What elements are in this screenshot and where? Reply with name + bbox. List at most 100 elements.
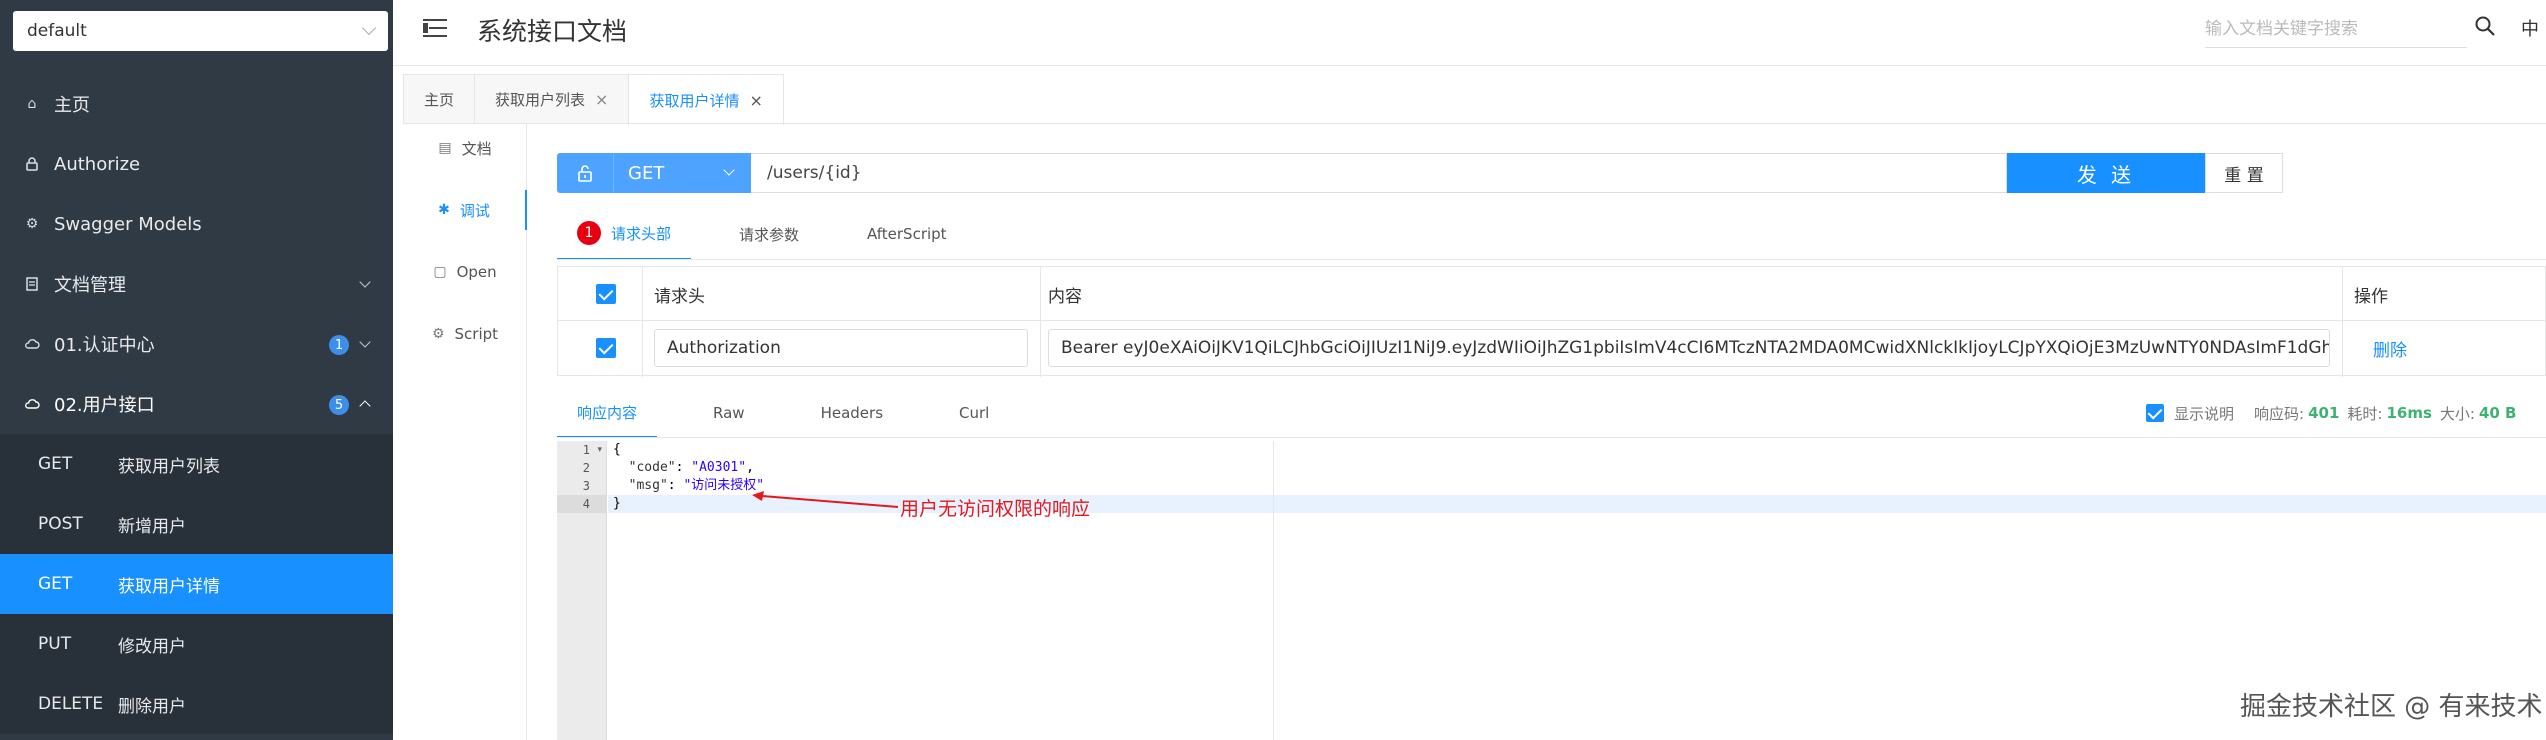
tab-response-raw[interactable]: Raw [693, 388, 765, 438]
http-method: GET [38, 574, 73, 594]
time-label: 耗时: [2347, 404, 2383, 423]
code-line: { [613, 442, 621, 457]
close-icon[interactable]: × [595, 90, 608, 109]
search-icon[interactable] [2473, 14, 2497, 38]
status-code-label: 响应码: [2254, 404, 2305, 423]
select-all-checkbox[interactable] [596, 284, 616, 304]
file-icon: ▤ [438, 140, 452, 156]
fold-arrow-icon[interactable]: ▾ [597, 445, 602, 455]
close-icon[interactable]: × [749, 91, 762, 110]
sidebar-item-home[interactable]: ⌂ 主页 [0, 74, 393, 134]
tab-home[interactable]: 主页 [403, 74, 476, 124]
api-inner-nav: ▤ 文档 ✱ 调试 ▢ Open ⚙ Script [403, 124, 527, 740]
tab-response-content[interactable]: 响应内容 [557, 388, 658, 438]
sidebar-menu: ⌂ 主页 Authorize ⚙ Swagger Models 文档管理 01.… [0, 74, 393, 734]
unlock-icon [578, 165, 592, 182]
count-badge: 1 [329, 335, 349, 355]
search-input[interactable] [2205, 10, 2467, 48]
unlock-button[interactable] [557, 153, 613, 193]
sidebar-item-authorize[interactable]: Authorize [0, 134, 393, 194]
sidebar-item-user-api[interactable]: 02.用户接口 5 [0, 374, 393, 434]
code-line: "code": "A0301", [613, 459, 754, 477]
nav-debug[interactable]: ✱ 调试 [403, 190, 527, 230]
sidebar-subitem-delete-user[interactable]: DELETE 删除用户 [0, 674, 393, 734]
sidebar-item-auth-center[interactable]: 01.认证中心 1 [0, 314, 393, 374]
sidebar-subitem-add-user[interactable]: POST 新增用户 [0, 494, 393, 554]
tab-request-headers[interactable]: 1 请求头部 [557, 208, 692, 260]
table-header-row: 请求头 内容 操作 [558, 267, 2545, 321]
header-name-input[interactable]: Authorization [654, 329, 1028, 367]
method-select[interactable]: GET [613, 153, 751, 193]
error-badge: 1 [577, 221, 601, 245]
column-header-action: 操作 [2354, 286, 2388, 307]
group-select[interactable]: default [13, 11, 388, 51]
sidebar-item-label: Authorize [54, 153, 141, 175]
tab-get-user-list[interactable]: 获取用户列表 × [474, 74, 630, 124]
tab-label: 主页 [424, 91, 455, 109]
column-header-name: 请求头 [654, 286, 705, 307]
reset-button[interactable]: 重 置 [2205, 153, 2283, 193]
tab-response-headers[interactable]: Headers [801, 388, 903, 438]
column-header-value: 内容 [1048, 286, 1082, 307]
nav-doc[interactable]: ▤ 文档 [403, 128, 527, 168]
request-tabs: 1 请求头部 请求参数 AfterScript [557, 208, 995, 260]
page-tabs: 主页 获取用户列表 × 获取用户详情 × [403, 74, 784, 125]
sidebar-subitem-update-user[interactable]: PUT 修改用户 [0, 614, 393, 674]
subitem-label: 删除用户 [118, 696, 186, 717]
request-header-table: 请求头 内容 操作 Authorization Bearer eyJ0eXAiO… [557, 266, 2546, 377]
sidebar: default ⌂ 主页 Authorize ⚙ Swagger Models … [0, 0, 393, 740]
tab-label: AfterScript [867, 225, 947, 243]
file-icon: ▢ [433, 264, 447, 280]
language-switch[interactable]: 中 [2521, 15, 2539, 41]
bug-icon: ✱ [438, 202, 450, 218]
divider [403, 123, 2546, 124]
tab-label: 请求头部 [611, 224, 672, 243]
sidebar-item-doc-manage[interactable]: 文档管理 [0, 254, 393, 314]
count-badge: 5 [329, 395, 349, 415]
subitem-label: 修改用户 [118, 636, 186, 657]
editor-gutter: 1 ▾ 2 3 4 [557, 441, 607, 740]
tab-after-script[interactable]: AfterScript [847, 208, 967, 260]
show-desc-label: 显示说明 [2174, 404, 2235, 423]
lock-icon [24, 156, 40, 172]
page-title: 系统接口文档 [477, 17, 628, 46]
print-margin [1273, 441, 1274, 740]
json-value: "A0301" [691, 460, 747, 475]
http-method: GET [38, 454, 73, 474]
nav-script[interactable]: ⚙ Script [403, 314, 527, 354]
http-method: PUT [38, 634, 72, 654]
sidebar-subitem-get-user-list[interactable]: GET 获取用户列表 [0, 434, 393, 494]
json-key: "msg" [613, 478, 668, 493]
chevron-down-icon [361, 20, 377, 36]
chevron-down-icon [359, 276, 371, 288]
tab-request-params[interactable]: 请求参数 [719, 208, 819, 260]
status-code: 401 [2308, 404, 2340, 422]
sidebar-subitem-get-user-detail[interactable]: GET 获取用户详情 [0, 554, 393, 614]
sidebar-item-label: 02.用户接口 [54, 395, 155, 416]
delete-link[interactable]: 删除 [2373, 336, 2407, 361]
row-checkbox[interactable] [596, 338, 616, 358]
response-time: 16ms [2386, 404, 2432, 422]
header-value-input[interactable]: Bearer eyJ0eXAiOiJKV1QiLCJhbGciOiJIUzI1N… [1048, 329, 2330, 367]
code-line: } [613, 496, 621, 511]
subitem-label: 新增用户 [118, 516, 186, 537]
sidebar-item-label: 文档管理 [54, 275, 126, 296]
table-row: Authorization Bearer eyJ0eXAiOiJKV1QiLCJ… [558, 321, 2545, 375]
send-button[interactable]: 发 送 [2007, 153, 2205, 193]
annotation-text: 用户无访问权限的响应 [900, 498, 1091, 520]
http-method: POST [38, 514, 83, 534]
sidebar-item-label: 01.认证中心 [54, 335, 155, 356]
menu-toggle-icon[interactable] [423, 18, 449, 40]
top-header: 系统接口文档 中 [393, 0, 2546, 66]
nav-label: Script [454, 325, 499, 343]
sidebar-item-swagger-models[interactable]: ⚙ Swagger Models [0, 194, 393, 254]
tab-response-curl[interactable]: Curl [939, 388, 1009, 438]
line-number: 3 [582, 479, 590, 493]
nav-label: 调试 [459, 201, 490, 220]
nav-open[interactable]: ▢ Open [403, 252, 527, 292]
divider [557, 259, 2546, 260]
tab-get-user-detail[interactable]: 获取用户详情 × [628, 74, 784, 125]
url-input[interactable]: /users/{id} [751, 153, 2007, 193]
show-desc-checkbox[interactable] [2146, 404, 2164, 422]
watermark: 掘金技术社区 @ 有来技术 [2240, 692, 2543, 722]
